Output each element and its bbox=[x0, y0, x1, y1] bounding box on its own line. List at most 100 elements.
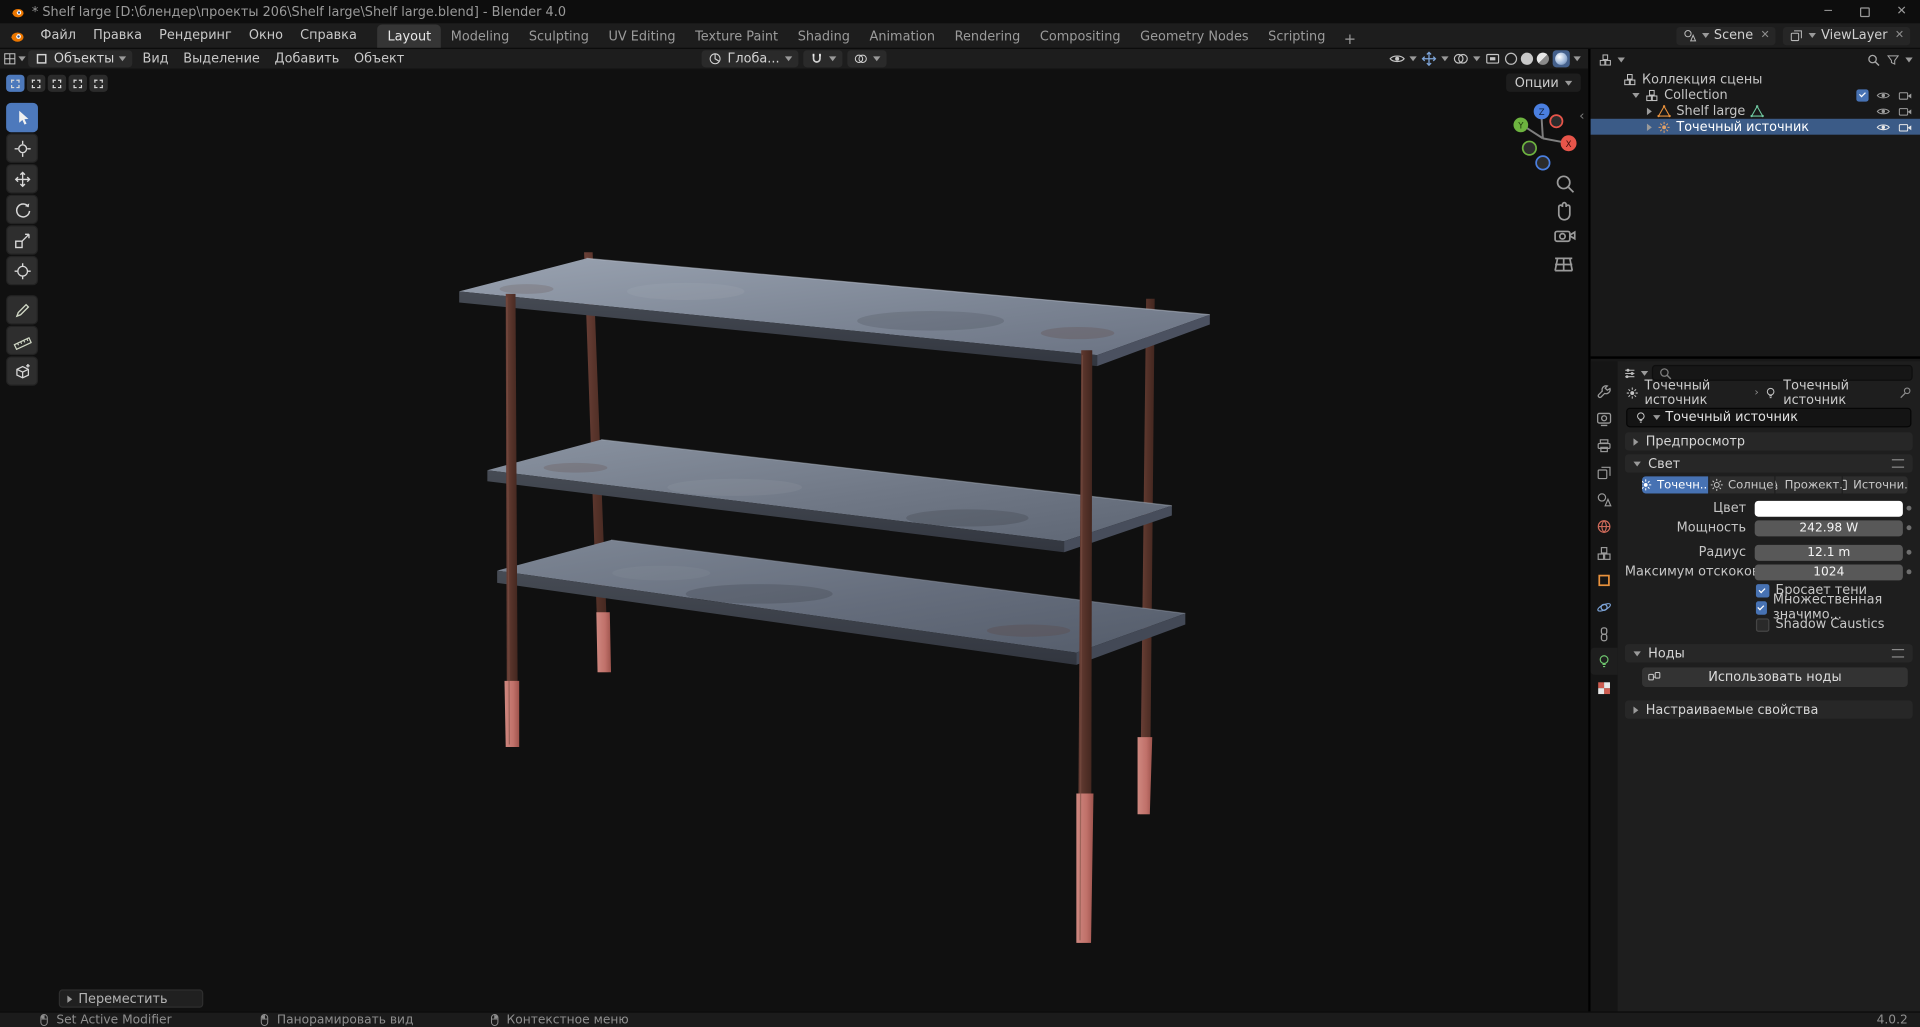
render-visibility-camera-icon[interactable] bbox=[1898, 119, 1913, 134]
gizmos-toggle-icon[interactable] bbox=[1420, 50, 1437, 67]
expand-triangle-icon[interactable] bbox=[1646, 107, 1652, 115]
breadcrumb-object[interactable]: Точечный источник bbox=[1645, 378, 1750, 407]
tab-compositing[interactable]: Compositing bbox=[1030, 24, 1130, 47]
tab-texture-properties[interactable] bbox=[1591, 675, 1618, 702]
tab-modeling[interactable]: Modeling bbox=[441, 24, 519, 47]
tab-object-properties[interactable] bbox=[1591, 567, 1618, 594]
viewport-canvas[interactable]: Z X Y bbox=[0, 49, 1588, 1011]
outliner-row-scene-collection[interactable]: Коллекция сцены bbox=[1591, 71, 1920, 87]
tab-collection-properties[interactable] bbox=[1591, 540, 1618, 567]
tab-render-properties[interactable] bbox=[1591, 405, 1618, 432]
color-swatch[interactable] bbox=[1754, 500, 1903, 517]
close-button[interactable]: ✕ bbox=[1883, 0, 1920, 23]
blender-menu-button[interactable] bbox=[0, 23, 32, 47]
hide-eye-icon[interactable] bbox=[1876, 103, 1891, 118]
visibility-eye-icon[interactable] bbox=[1389, 50, 1406, 67]
breadcrumb-data[interactable]: Точечный источник bbox=[1783, 378, 1888, 407]
tab-animation[interactable]: Animation bbox=[860, 24, 945, 47]
shading-rendered-button[interactable] bbox=[1552, 50, 1570, 68]
mode-selector[interactable]: Объекты bbox=[28, 50, 133, 68]
overlays-toggle-icon[interactable] bbox=[1452, 50, 1469, 67]
operator-panel-move[interactable]: Переместить bbox=[58, 989, 204, 1008]
tab-rendering[interactable]: Rendering bbox=[945, 24, 1030, 47]
pin-icon[interactable] bbox=[1898, 386, 1913, 401]
expand-triangle-icon[interactable] bbox=[1646, 123, 1652, 131]
use-nodes-button[interactable]: Использовать ноды bbox=[1642, 667, 1908, 687]
menu-select[interactable]: Выделение bbox=[176, 49, 267, 69]
scene-selector[interactable]: Scene ✕ bbox=[1675, 26, 1776, 45]
light-type-sun-button[interactable]: Солнце bbox=[1708, 476, 1775, 494]
menu-object[interactable]: Объект bbox=[347, 49, 412, 69]
sidebar-collapse-toggle[interactable]: ‹ bbox=[1579, 108, 1584, 124]
tab-sculpting[interactable]: Sculpting bbox=[519, 24, 599, 47]
select-mode-invert-button[interactable] bbox=[68, 74, 87, 92]
max-bounces-input[interactable]: 1024 bbox=[1754, 563, 1903, 580]
expand-triangle-icon[interactable] bbox=[1632, 92, 1640, 98]
tool-scale[interactable] bbox=[6, 225, 38, 255]
section-light[interactable]: Свет bbox=[1624, 454, 1913, 473]
radius-input[interactable]: 12.1 m bbox=[1754, 544, 1903, 561]
tab-tool-properties[interactable] bbox=[1591, 378, 1618, 405]
select-mode-set-button[interactable] bbox=[6, 74, 25, 92]
shadow-caustics-checkbox[interactable] bbox=[1755, 617, 1770, 632]
tool-measure[interactable] bbox=[6, 325, 38, 356]
menu-view[interactable]: Вид bbox=[135, 49, 176, 69]
shading-wireframe-button[interactable] bbox=[1504, 52, 1518, 65]
menu-edit[interactable]: Правка bbox=[85, 23, 151, 47]
viewlayer-unlink-button[interactable]: ✕ bbox=[1895, 29, 1904, 41]
select-mode-extend-button[interactable] bbox=[26, 74, 46, 92]
shading-solid-button[interactable] bbox=[1520, 52, 1534, 65]
tool-annotate[interactable] bbox=[6, 295, 38, 325]
tab-layout[interactable]: Layout bbox=[377, 24, 441, 48]
cast-shadow-checkbox[interactable] bbox=[1755, 583, 1770, 597]
render-visibility-camera-icon[interactable] bbox=[1898, 88, 1913, 103]
tab-physics-properties[interactable] bbox=[1591, 594, 1618, 621]
tab-texture-paint[interactable]: Texture Paint bbox=[685, 24, 788, 47]
outliner-row-point-light[interactable]: Точечный источник bbox=[1590, 118, 1920, 135]
light-type-point-button[interactable]: Точечн... bbox=[1642, 476, 1708, 494]
render-visibility-camera-icon[interactable] bbox=[1898, 103, 1913, 118]
tab-uv-editing[interactable]: UV Editing bbox=[599, 24, 686, 47]
menu-file[interactable]: Файл bbox=[32, 23, 85, 47]
menu-render[interactable]: Рендеринг bbox=[151, 23, 241, 47]
collection-checkbox[interactable] bbox=[1856, 88, 1869, 102]
tab-viewlayer-properties[interactable] bbox=[1591, 459, 1618, 486]
tab-shading[interactable]: Shading bbox=[788, 24, 860, 47]
snap-toggle[interactable] bbox=[802, 50, 842, 68]
search-icon[interactable] bbox=[1866, 53, 1881, 68]
outliner-row-collection[interactable]: Collection bbox=[1591, 87, 1920, 103]
options-dropdown[interactable]: Опции bbox=[1506, 73, 1581, 92]
select-mode-subtract-button[interactable] bbox=[47, 74, 67, 92]
add-workspace-button[interactable]: + bbox=[1335, 31, 1364, 48]
viewlayer-selector[interactable]: ViewLayer ✕ bbox=[1783, 26, 1911, 45]
minimize-button[interactable]: ─ bbox=[1810, 0, 1847, 23]
light-type-spot-button[interactable]: Прожект... bbox=[1775, 476, 1842, 494]
light-type-area-button[interactable]: Источни... bbox=[1842, 476, 1908, 494]
section-nodes[interactable]: Ноды bbox=[1624, 644, 1913, 663]
shading-material-button[interactable] bbox=[1536, 52, 1549, 65]
tool-select-box[interactable] bbox=[6, 102, 38, 133]
tool-rotate[interactable] bbox=[6, 194, 38, 225]
tab-output-properties[interactable] bbox=[1591, 432, 1618, 459]
proportional-editing-toggle[interactable] bbox=[846, 50, 887, 68]
hide-eye-icon[interactable] bbox=[1876, 88, 1891, 103]
tab-light-data-properties[interactable] bbox=[1590, 647, 1618, 675]
scene-unlink-button[interactable]: ✕ bbox=[1760, 29, 1769, 41]
maximize-button[interactable] bbox=[1847, 0, 1884, 23]
tool-move[interactable] bbox=[6, 164, 38, 194]
section-menu-icon[interactable] bbox=[1891, 459, 1905, 468]
hide-eye-icon[interactable] bbox=[1876, 119, 1891, 134]
animate-dot[interactable] bbox=[1903, 525, 1915, 531]
animate-dot[interactable] bbox=[1903, 569, 1915, 575]
filter-funnel-icon[interactable] bbox=[1886, 53, 1901, 68]
select-mode-intersect-button[interactable] bbox=[89, 74, 108, 92]
menu-add[interactable]: Добавить bbox=[267, 49, 346, 69]
power-input[interactable]: 242.98 W bbox=[1754, 519, 1903, 536]
menu-help[interactable]: Справка bbox=[292, 23, 366, 47]
light-name-field[interactable]: Точечный источник bbox=[1626, 407, 1912, 428]
properties-editor-icon[interactable] bbox=[1622, 366, 1637, 381]
tool-add-primitive[interactable] bbox=[6, 356, 38, 386]
animate-dot[interactable] bbox=[1903, 549, 1915, 555]
editor-type-button[interactable] bbox=[0, 50, 18, 67]
menu-window[interactable]: Окно bbox=[240, 23, 291, 47]
